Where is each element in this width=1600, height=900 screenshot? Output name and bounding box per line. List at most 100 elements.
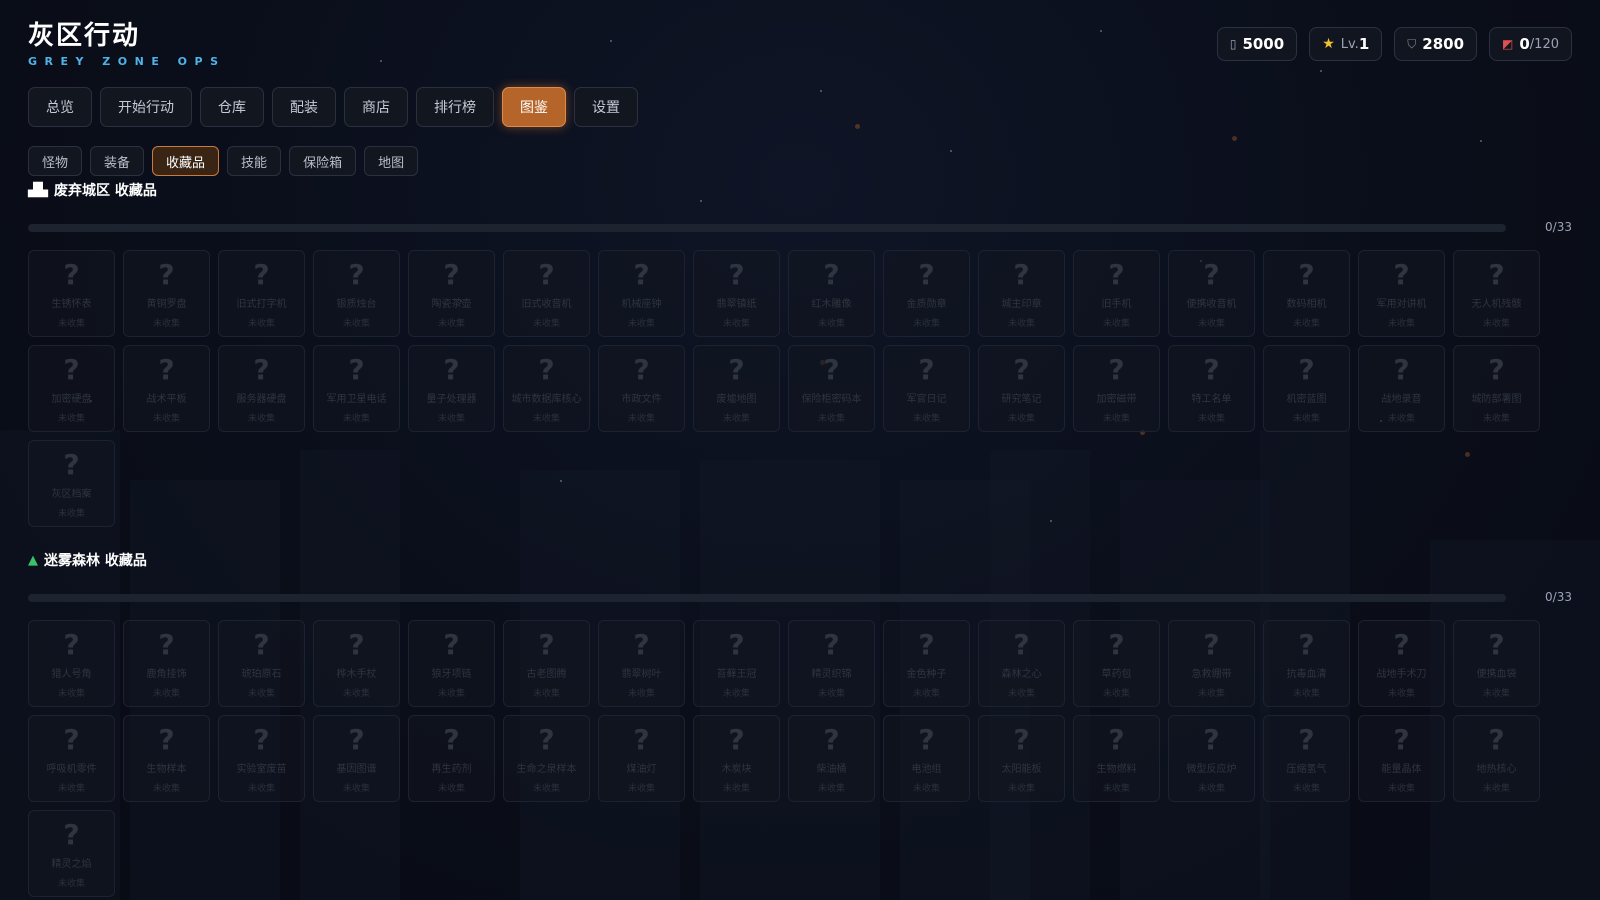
collectible-card[interactable]: ? 战术平板 未收集 bbox=[123, 345, 210, 432]
category-tab[interactable]: 地图 bbox=[364, 146, 419, 176]
collectible-card[interactable]: ? 压缩氢气 未收集 bbox=[1263, 715, 1350, 802]
collectible-card[interactable]: ? 煤油灯 未收集 bbox=[598, 715, 685, 802]
collectible-card[interactable]: ? 城防部署图 未收集 bbox=[1453, 345, 1540, 432]
collectible-card[interactable]: ? 机械座钟 未收集 bbox=[598, 250, 685, 337]
collectible-card[interactable]: ? 黄铜罗盘 未收集 bbox=[123, 250, 210, 337]
collectible-card[interactable]: ? 桦木手杖 未收集 bbox=[313, 620, 400, 707]
collectible-card[interactable]: ? 生物燃料 未收集 bbox=[1073, 715, 1160, 802]
game-logo: 灰区行动 GREY ZONE OPS bbox=[28, 20, 226, 68]
backpack-icon: ◩ bbox=[1502, 37, 1514, 51]
collectible-card[interactable]: ? 木炭块 未收集 bbox=[693, 715, 780, 802]
unknown-item-icon: ? bbox=[253, 628, 270, 661]
main-tab[interactable]: 图鉴 bbox=[502, 87, 566, 127]
main-tab[interactable]: 商店 bbox=[344, 87, 408, 127]
collectible-card[interactable]: ? 柴油桶 未收集 bbox=[788, 715, 875, 802]
collectible-card[interactable]: ? 能量晶体 未收集 bbox=[1358, 715, 1445, 802]
collectible-card[interactable]: ? 猎人号角 未收集 bbox=[28, 620, 115, 707]
shield-stat: ⛉ 2800 bbox=[1394, 27, 1478, 61]
collectible-card[interactable]: ? 急救绷带 未收集 bbox=[1168, 620, 1255, 707]
collectible-card[interactable]: ? 城市数据库核心 未收集 bbox=[503, 345, 590, 432]
collectible-card[interactable]: ? 生物样本 未收集 bbox=[123, 715, 210, 802]
collectible-card[interactable]: ? 研究笔记 未收集 bbox=[978, 345, 1065, 432]
collectible-card[interactable]: ? 数码相机 未收集 bbox=[1263, 250, 1350, 337]
collectible-status: 未收集 bbox=[1007, 414, 1035, 424]
collectible-card[interactable]: ? 银质烛台 未收集 bbox=[313, 250, 400, 337]
collectible-card[interactable]: ? 再生药剂 未收集 bbox=[408, 715, 495, 802]
unknown-item-icon: ? bbox=[633, 628, 650, 661]
collectible-card[interactable]: ? 便携血袋 未收集 bbox=[1453, 620, 1540, 707]
collectible-card[interactable]: ? 加密硬盘 未收集 bbox=[28, 345, 115, 432]
collectible-name: 精灵织锦 bbox=[811, 669, 852, 680]
collectible-card[interactable]: ? 战地手术刀 未收集 bbox=[1358, 620, 1445, 707]
collectible-card[interactable]: ? 加密磁带 未收集 bbox=[1073, 345, 1160, 432]
collectible-card[interactable]: ? 军官日记 未收集 bbox=[883, 345, 970, 432]
collectible-card[interactable]: ? 保险柜密码本 未收集 bbox=[788, 345, 875, 432]
collectible-card[interactable]: ? 红木雕像 未收集 bbox=[788, 250, 875, 337]
unknown-item-icon: ? bbox=[63, 818, 80, 851]
collectible-card[interactable]: ? 战地录音 未收集 bbox=[1358, 345, 1445, 432]
collectible-card[interactable]: ? 狼牙项链 未收集 bbox=[408, 620, 495, 707]
collectible-card[interactable]: ? 市政文件 未收集 bbox=[598, 345, 685, 432]
main-tab[interactable]: 总览 bbox=[28, 87, 92, 127]
collectible-card[interactable]: ? 苔藓王冠 未收集 bbox=[693, 620, 780, 707]
collectible-card[interactable]: ? 废墟地图 未收集 bbox=[693, 345, 780, 432]
collectible-card[interactable]: ? 生锈怀表 未收集 bbox=[28, 250, 115, 337]
collectible-status: 未收集 bbox=[1482, 689, 1510, 699]
collectible-card[interactable]: ? 地热核心 未收集 bbox=[1453, 715, 1540, 802]
unknown-item-icon: ? bbox=[1013, 723, 1030, 756]
collectible-card[interactable]: ? 古老图腾 未收集 bbox=[503, 620, 590, 707]
category-tab[interactable]: 装备 bbox=[90, 146, 145, 176]
category-tab[interactable]: 保险箱 bbox=[289, 146, 357, 176]
main-tab[interactable]: 设置 bbox=[574, 87, 638, 127]
collectible-card[interactable]: ? 军用对讲机 未收集 bbox=[1358, 250, 1445, 337]
collectible-card[interactable]: ? 太阳能板 未收集 bbox=[978, 715, 1065, 802]
collectible-status: 未收集 bbox=[1292, 319, 1320, 329]
collectible-card[interactable]: ? 旧式收音机 未收集 bbox=[503, 250, 590, 337]
collectible-card[interactable]: ? 电池组 未收集 bbox=[883, 715, 970, 802]
collectible-name: 市政文件 bbox=[621, 394, 662, 405]
collectible-card[interactable]: ? 森林之心 未收集 bbox=[978, 620, 1065, 707]
collectible-card[interactable]: ? 呼吸机零件 未收集 bbox=[28, 715, 115, 802]
collectible-card[interactable]: ? 军用卫星电话 未收集 bbox=[313, 345, 400, 432]
collectible-card[interactable]: ? 便携收音机 未收集 bbox=[1168, 250, 1255, 337]
collectible-card[interactable]: ? 实验室废苗 未收集 bbox=[218, 715, 305, 802]
main-tab[interactable]: 排行榜 bbox=[416, 87, 494, 127]
collectible-status: 未收集 bbox=[912, 414, 940, 424]
collectible-card[interactable]: ? 抗毒血清 未收集 bbox=[1263, 620, 1350, 707]
category-tab[interactable]: 怪物 bbox=[28, 146, 83, 176]
main-tab[interactable]: 仓库 bbox=[200, 87, 264, 127]
collectible-card[interactable]: ? 翡翠树叶 未收集 bbox=[598, 620, 685, 707]
collectible-card[interactable]: ? 金色种子 未收集 bbox=[883, 620, 970, 707]
collectible-card[interactable]: ? 金质勋章 未收集 bbox=[883, 250, 970, 337]
collectible-card[interactable]: ? 鹿角挂饰 未收集 bbox=[123, 620, 210, 707]
collectible-card[interactable]: ? 草药包 未收集 bbox=[1073, 620, 1160, 707]
collectible-card[interactable]: ? 灰区档案 未收集 bbox=[28, 440, 115, 527]
collectible-card[interactable]: ? 微型反应炉 未收集 bbox=[1168, 715, 1255, 802]
collectible-card[interactable]: ? 旧式打字机 未收集 bbox=[218, 250, 305, 337]
collectible-card[interactable]: ? 服务器硬盘 未收集 bbox=[218, 345, 305, 432]
collectible-card[interactable]: ? 生命之泉样本 未收集 bbox=[503, 715, 590, 802]
collectible-name: 陶瓷茶壶 bbox=[431, 299, 472, 310]
category-tab[interactable]: 技能 bbox=[227, 146, 282, 176]
collection-section-ruined-city: ▟▙ 废弃城区 收藏品 0/33 ? 生锈怀表 未收集? 黄铜罗盘 未收集? 旧式打字机未… bbox=[28, 180, 1572, 527]
collectible-card[interactable]: ? 精灵织锦 未收集 bbox=[788, 620, 875, 707]
collectible-card[interactable]: ? 翡翠镇纸 未收集 bbox=[693, 250, 780, 337]
category-tab[interactable]: 收藏品 bbox=[152, 146, 220, 176]
collectible-name: 旧式打字机 bbox=[236, 299, 287, 310]
main-tab[interactable]: 开始行动 bbox=[100, 87, 192, 127]
collectible-card[interactable]: ? 陶瓷茶壶 未收集 bbox=[408, 250, 495, 337]
collectible-card[interactable]: ? 机密蓝图 未收集 bbox=[1263, 345, 1350, 432]
collectible-name: 翡翠镇纸 bbox=[716, 299, 757, 310]
collectible-card[interactable]: ? 量子处理器 未收集 bbox=[408, 345, 495, 432]
collectible-card[interactable]: ? 城主印章 未收集 bbox=[978, 250, 1065, 337]
collectible-status: 未收集 bbox=[1197, 319, 1225, 329]
collectible-card[interactable]: ? 旧手机 未收集 bbox=[1073, 250, 1160, 337]
collectible-status: 未收集 bbox=[152, 414, 180, 424]
main-tab[interactable]: 配装 bbox=[272, 87, 336, 127]
collectible-card[interactable]: ? 无人机残骸 未收集 bbox=[1453, 250, 1540, 337]
collectible-status: 未收集 bbox=[722, 319, 750, 329]
collectible-card[interactable]: ? 精灵之焰 未收集 bbox=[28, 810, 115, 897]
collectible-card[interactable]: ? 琥珀原石 未收集 bbox=[218, 620, 305, 707]
collectible-card[interactable]: ? 基因图谱 未收集 bbox=[313, 715, 400, 802]
collectible-card[interactable]: ? 特工名单 未收集 bbox=[1168, 345, 1255, 432]
